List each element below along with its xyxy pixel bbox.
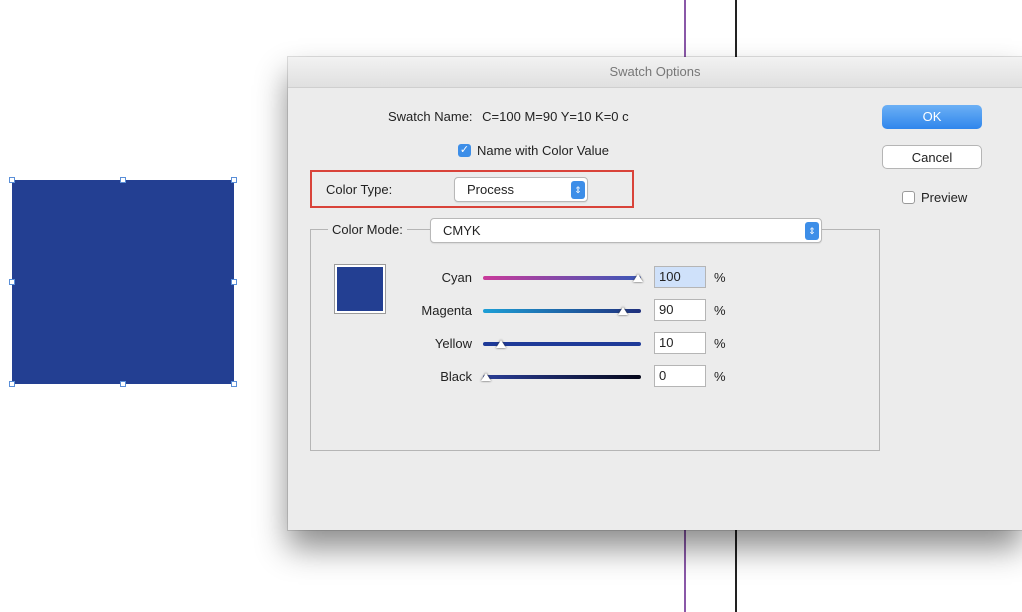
swatch-name-value[interactable]: C=100 M=90 Y=10 K=0 c bbox=[482, 109, 628, 124]
percent-unit: % bbox=[714, 303, 726, 318]
swatch-options-dialog: Swatch Options Swatch Name: C=100 M=90 Y… bbox=[288, 57, 1022, 530]
selection-handle-top-right[interactable] bbox=[231, 177, 237, 183]
selection-handle-bottom-left[interactable] bbox=[9, 381, 15, 387]
name-with-color-value-row[interactable]: ✓ Name with Color Value bbox=[458, 143, 609, 158]
swatch-name-row: Swatch Name: C=100 M=90 Y=10 K=0 c bbox=[388, 109, 629, 124]
dialog-title: Swatch Options bbox=[288, 57, 1022, 88]
slider-track[interactable] bbox=[483, 276, 641, 280]
swatch-name-label: Swatch Name: bbox=[388, 109, 473, 124]
selection-handle-right[interactable] bbox=[231, 279, 237, 285]
cancel-button[interactable]: Cancel bbox=[882, 145, 982, 169]
slider-thumb[interactable] bbox=[617, 307, 628, 315]
slider-thumb[interactable] bbox=[481, 373, 491, 381]
slider-value-field[interactable]: 0 bbox=[654, 365, 706, 387]
slider-row-yellow: Yellow 10% bbox=[288, 332, 1022, 358]
slider-thumb[interactable] bbox=[633, 274, 643, 282]
preview-row[interactable]: Preview bbox=[902, 190, 967, 205]
selection-handle-bottom[interactable] bbox=[120, 381, 126, 387]
slider-value-field[interactable]: 10 bbox=[654, 332, 706, 354]
slider-thumb[interactable] bbox=[496, 340, 507, 348]
slider-value-field[interactable]: 90 bbox=[654, 299, 706, 321]
slider-row-magenta: Magenta 90% bbox=[288, 299, 1022, 325]
name-with-color-value-checkbox[interactable]: ✓ bbox=[458, 144, 471, 157]
selected-artwork-rectangle[interactable] bbox=[9, 177, 237, 387]
selection-handle-left[interactable] bbox=[9, 279, 15, 285]
slider-track[interactable] bbox=[483, 375, 641, 379]
percent-unit: % bbox=[714, 369, 726, 384]
ok-button[interactable]: OK bbox=[882, 105, 982, 129]
select-arrows-icon: ⇕ bbox=[571, 181, 585, 199]
preview-checkbox[interactable] bbox=[902, 191, 915, 204]
artwork-fill bbox=[12, 180, 234, 384]
slider-value-field[interactable]: 100 bbox=[654, 266, 706, 288]
color-mode-select[interactable]: CMYK ⇕ bbox=[430, 218, 822, 243]
select-arrows-icon: ⇕ bbox=[805, 222, 819, 240]
slider-row-black: Black 0% bbox=[288, 365, 1022, 391]
preview-label: Preview bbox=[921, 190, 968, 205]
selection-handle-bottom-right[interactable] bbox=[231, 381, 237, 387]
slider-label: Magenta bbox=[421, 303, 472, 318]
selection-handle-top-left[interactable] bbox=[9, 177, 15, 183]
color-mode-label: Color Mode: bbox=[328, 222, 407, 237]
selection-handle-top[interactable] bbox=[120, 177, 126, 183]
percent-unit: % bbox=[714, 270, 726, 285]
color-type-label: Color Type: bbox=[326, 182, 393, 197]
percent-unit: % bbox=[714, 336, 726, 351]
color-type-highlight: Color Type: Process ⇕ bbox=[310, 170, 634, 208]
slider-row-cyan: Cyan 100% bbox=[288, 266, 1022, 292]
color-mode-value: CMYK bbox=[443, 223, 481, 238]
slider-label: Black bbox=[440, 369, 472, 384]
color-type-value: Process bbox=[467, 182, 514, 197]
color-type-select[interactable]: Process ⇕ bbox=[454, 177, 588, 202]
name-with-color-value-label: Name with Color Value bbox=[477, 143, 609, 158]
slider-track[interactable] bbox=[483, 342, 641, 346]
slider-label: Yellow bbox=[434, 336, 472, 351]
slider-label: Cyan bbox=[441, 270, 472, 285]
